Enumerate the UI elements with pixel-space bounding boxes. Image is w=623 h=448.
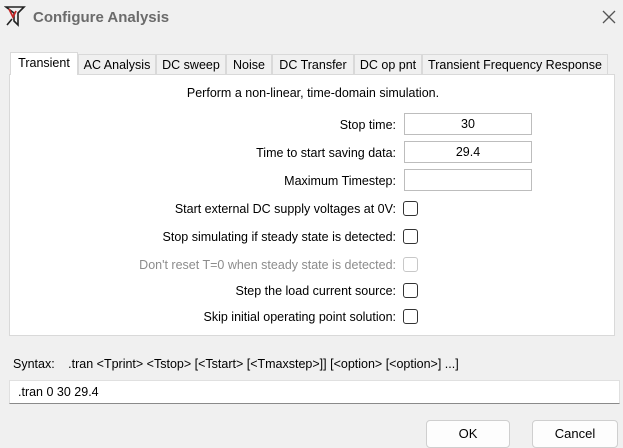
- tab-dc-sweep[interactable]: DC sweep: [156, 54, 226, 74]
- checkbox-dont-reset-t0: [403, 257, 418, 272]
- tab-transient[interactable]: Transient: [10, 52, 78, 75]
- transient-description: Perform a non-linear, time-domain simula…: [186, 86, 440, 100]
- option-label-step-load-current: Step the load current source:: [235, 284, 396, 298]
- checkbox-steady-state-stop[interactable]: [403, 229, 418, 244]
- checkbox-skip-op-point[interactable]: [403, 309, 418, 324]
- title-bar: Configure Analysis: [0, 0, 623, 36]
- tab-dc-transfer[interactable]: DC Transfer: [272, 54, 354, 74]
- max-timestep-label: Maximum Timestep:: [284, 174, 396, 188]
- syntax-label: Syntax:: [13, 357, 55, 371]
- tab-ac-analysis[interactable]: AC Analysis: [78, 54, 156, 74]
- cancel-button[interactable]: Cancel: [532, 420, 618, 448]
- max-timestep-input[interactable]: [404, 169, 532, 191]
- checkbox-step-load-current[interactable]: [403, 283, 418, 298]
- option-label-dc-supply-0v: Start external DC supply voltages at 0V:: [174, 202, 396, 216]
- stop-time-input[interactable]: 30: [404, 113, 532, 135]
- close-icon[interactable]: [600, 8, 618, 26]
- ok-button[interactable]: OK: [426, 420, 510, 448]
- ltspice-app-icon: [4, 6, 26, 27]
- tab-dc-op-pnt[interactable]: DC op pnt: [354, 54, 422, 74]
- stop-time-label: Stop time:: [339, 118, 396, 132]
- option-label-skip-op-point: Skip initial operating point solution:: [203, 310, 396, 324]
- syntax-line: Syntax: .tran <Tprint> <Tstop> [<Tstart>…: [13, 357, 459, 371]
- transient-panel: Perform a non-linear, time-domain simula…: [9, 74, 615, 336]
- tab-noise[interactable]: Noise: [226, 54, 272, 74]
- checkbox-dc-supply-0v[interactable]: [403, 201, 418, 216]
- spice-command-input[interactable]: .tran 0 30 29.4: [9, 380, 620, 404]
- tab-transient-frequency-response[interactable]: Transient Frequency Response: [422, 54, 608, 74]
- start-saving-label: Time to start saving data:: [256, 146, 396, 160]
- syntax-text: .tran <Tprint> <Tstop> [<Tstart> [<Tmaxs…: [68, 357, 459, 371]
- option-label-dont-reset-t0: Don't reset T=0 when steady state is det…: [139, 258, 396, 272]
- window-title: Configure Analysis: [33, 9, 170, 26]
- option-label-steady-state-stop: Stop simulating if steady state is detec…: [162, 230, 396, 244]
- start-saving-input[interactable]: 29.4: [404, 141, 532, 163]
